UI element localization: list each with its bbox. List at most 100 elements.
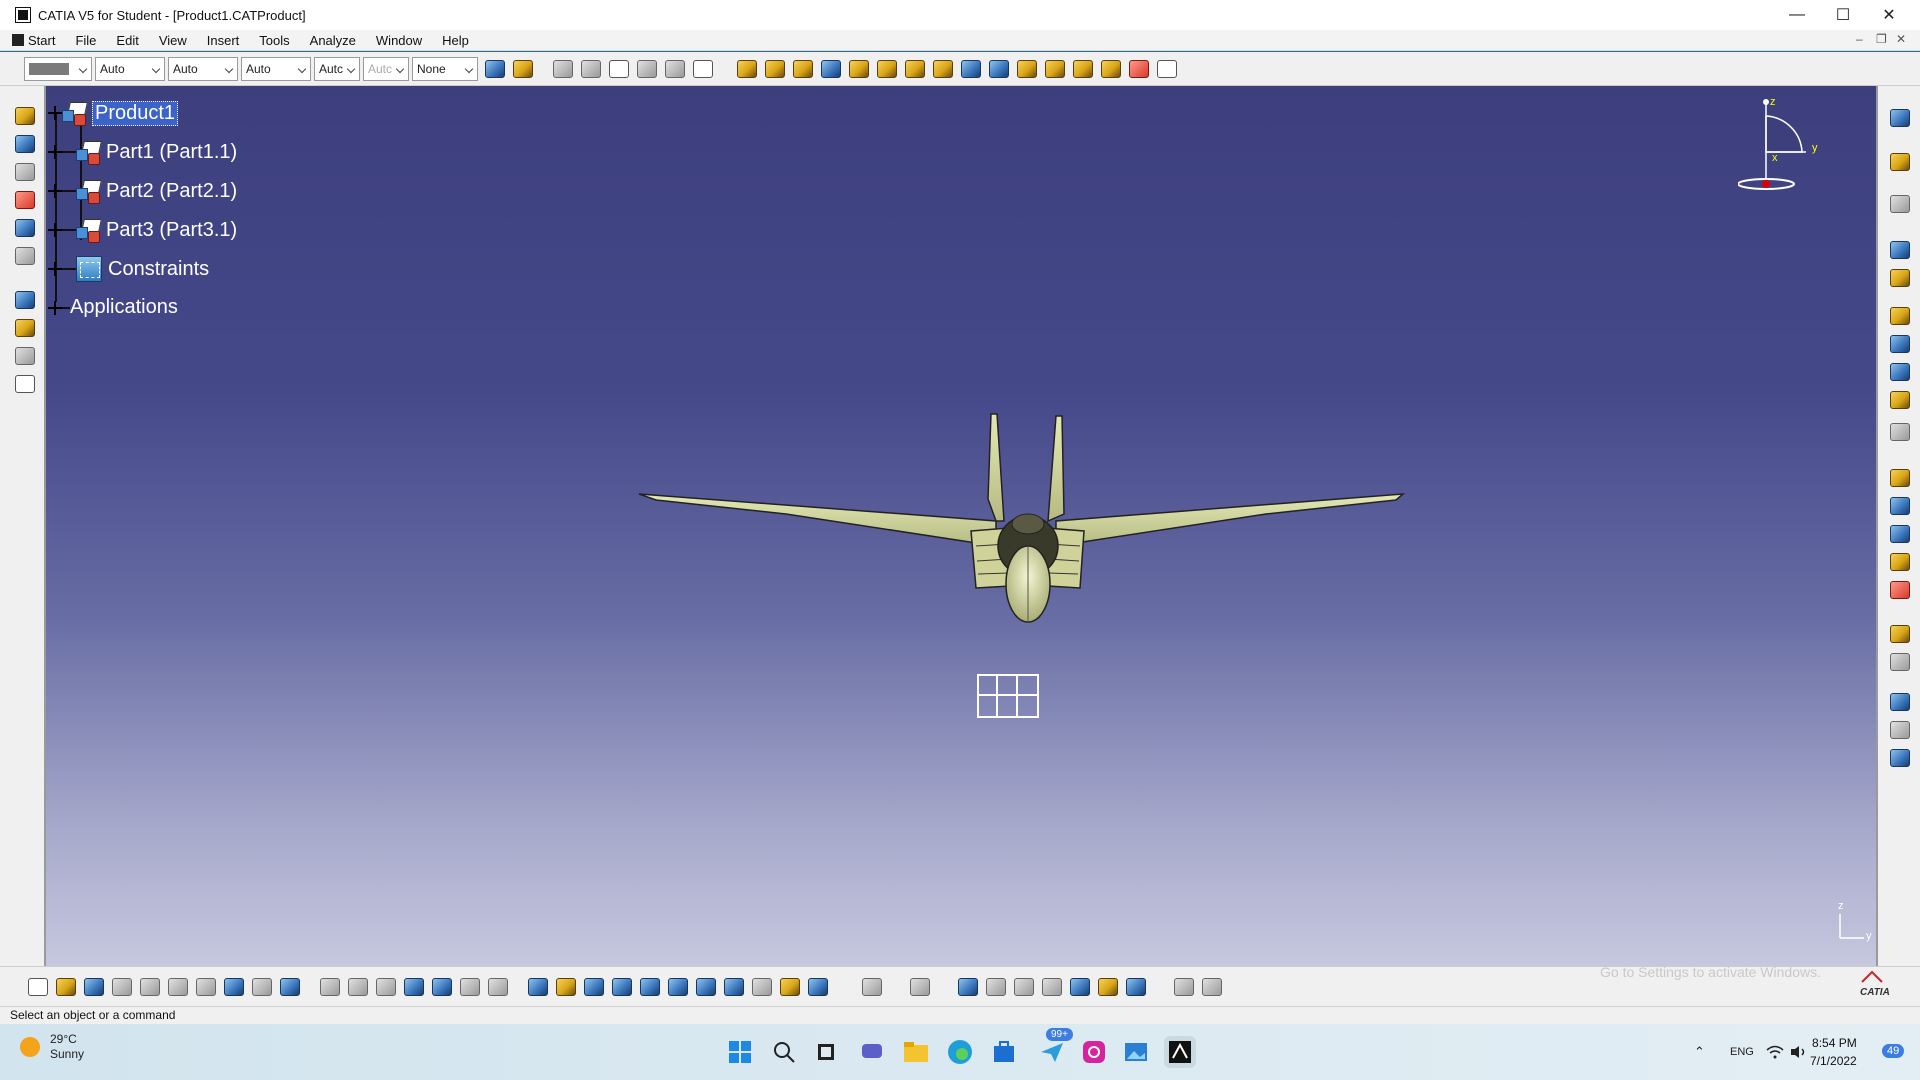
expand-icon[interactable] (48, 223, 62, 237)
whats-this-icon[interactable] (278, 975, 302, 999)
tree-root[interactable]: Product1 (48, 100, 179, 126)
weather-widget[interactable]: 29°C Sunny (20, 1032, 84, 1062)
chat-icon[interactable] (856, 1036, 888, 1068)
new-product-icon[interactable] (607, 57, 631, 81)
compass[interactable]: z y x (1737, 96, 1830, 207)
space-analysis-icon[interactable] (1888, 238, 1912, 262)
lineweight-combo[interactable]: Auto (241, 56, 311, 81)
swap-visible-icon[interactable] (806, 975, 830, 999)
magnifier-icon[interactable] (1200, 975, 1224, 999)
zoom-in-icon[interactable] (638, 975, 662, 999)
3d-viewport[interactable]: Product1 Part1 (Part1.1) Part2 (Part2.1)… (46, 86, 1876, 966)
graph-tree-icon[interactable] (13, 244, 37, 268)
menu-start[interactable]: Start (0, 30, 65, 51)
render-style-icon[interactable] (1068, 975, 1092, 999)
constraint-icon[interactable] (1888, 192, 1912, 216)
normal-view-icon[interactable] (694, 975, 718, 999)
save-icon[interactable] (82, 975, 106, 999)
catalog-icon[interactable] (13, 344, 37, 368)
tree-node-constraints[interactable]: Constraints (48, 256, 209, 282)
reuse-pattern-icon[interactable] (1099, 57, 1123, 81)
menu-edit[interactable]: Edit (106, 30, 148, 51)
iso-view-icon[interactable] (722, 975, 746, 999)
clash-icon[interactable] (1888, 266, 1912, 290)
annotation-icon[interactable] (1888, 622, 1912, 646)
sectioning-icon[interactable] (1888, 304, 1912, 328)
tree-node-label[interactable]: Part2 (Part2.1) (106, 180, 237, 203)
color-combo[interactable] (24, 56, 92, 81)
existing-component-icon[interactable] (663, 57, 687, 81)
measure-item-icon[interactable] (1888, 388, 1912, 412)
store-icon[interactable] (988, 1036, 1020, 1068)
select-icon[interactable] (1888, 150, 1912, 174)
new-component-icon[interactable] (579, 57, 603, 81)
hide-show-icon[interactable] (778, 975, 802, 999)
bill-of-material-icon[interactable] (13, 160, 37, 184)
notification-center-count[interactable]: 49 (1882, 1044, 1905, 1058)
menu-tools[interactable]: Tools (249, 30, 299, 51)
scenes-icon[interactable] (1888, 718, 1912, 742)
doc-restore-icon[interactable]: ❐ (1876, 32, 1887, 46)
publication-icon[interactable] (13, 316, 37, 340)
show-hidden-icons[interactable]: ⌃ (1694, 1024, 1705, 1080)
tree-node-label[interactable]: Part1 (Part1.1) (106, 141, 237, 164)
language-indicator[interactable]: ENG (1730, 1024, 1754, 1080)
reorder-icon[interactable] (13, 188, 37, 212)
coincidence-icon[interactable] (847, 57, 871, 81)
capture-icon[interactable] (908, 975, 932, 999)
fix-icon[interactable] (959, 57, 983, 81)
fix-together-icon[interactable] (987, 57, 1011, 81)
tree-node-label[interactable]: Constraints (108, 258, 209, 281)
menu-insert[interactable]: Insert (197, 30, 250, 51)
file-explorer-icon[interactable] (900, 1036, 932, 1068)
menu-view[interactable]: View (149, 30, 197, 51)
explode-icon[interactable] (791, 57, 815, 81)
flexible-rigid-icon[interactable] (1043, 57, 1067, 81)
remove-icon[interactable] (1888, 578, 1912, 602)
maximize-icon[interactable]: ☐ (1820, 0, 1866, 30)
product-structure-icon[interactable] (13, 104, 37, 128)
open-icon[interactable] (54, 975, 78, 999)
fit-all-icon[interactable] (554, 975, 578, 999)
pocket-icon[interactable] (1888, 522, 1912, 546)
tree-node-applications[interactable]: Applications (48, 296, 178, 319)
catalog-icon-2[interactable] (430, 975, 454, 999)
doc-close-icon[interactable]: ✕ (1896, 32, 1906, 46)
depth-effect-icon[interactable] (1124, 975, 1148, 999)
instagram-icon[interactable] (1078, 1036, 1110, 1068)
multi-instantiation-icon[interactable] (13, 216, 37, 240)
fly-mode-icon[interactable] (526, 975, 550, 999)
aircraft-model[interactable] (636, 396, 1416, 636)
expand-icon[interactable] (48, 184, 62, 198)
grid-icon[interactable] (860, 975, 884, 999)
tree-node-part3[interactable]: Part3 (Part3.1) (48, 217, 237, 243)
design-table-icon[interactable] (402, 975, 426, 999)
rotate-icon[interactable] (610, 975, 634, 999)
messenger-icon[interactable]: 99+ (1036, 1028, 1073, 1068)
wifi-icon[interactable] (1766, 1024, 1784, 1080)
search-icon[interactable] (1040, 975, 1064, 999)
close-icon[interactable]: ✕ (1866, 0, 1912, 30)
edge-icon[interactable] (944, 1036, 976, 1068)
volume-icon[interactable] (1790, 1024, 1808, 1080)
enhanced-scene-icon[interactable] (1888, 746, 1912, 770)
tree-node-label[interactable]: Part3 (Part3.1) (106, 219, 237, 242)
none-combo[interactable]: None (412, 56, 478, 81)
scene-icon[interactable] (13, 288, 37, 312)
offset-icon[interactable] (903, 57, 927, 81)
contact-icon[interactable] (875, 57, 899, 81)
tree-node-part2[interactable]: Part2 (Part2.1) (48, 178, 237, 204)
measure-icon[interactable] (13, 372, 37, 396)
stop-manipulate-icon[interactable] (819, 57, 843, 81)
previous-icon[interactable] (984, 975, 1008, 999)
generate-numbering-icon[interactable] (13, 132, 37, 156)
distance-icon[interactable] (1888, 332, 1912, 356)
linetype-combo[interactable]: Auto (168, 56, 238, 81)
menu-window[interactable]: Window (366, 30, 432, 51)
cut-plane-icon[interactable] (1172, 975, 1196, 999)
photos-icon[interactable] (1120, 1036, 1152, 1068)
transparency-combo[interactable]: Auto (95, 56, 165, 81)
replace-component-icon[interactable] (691, 57, 715, 81)
print-icon[interactable] (110, 975, 134, 999)
angle-icon[interactable] (931, 57, 955, 81)
